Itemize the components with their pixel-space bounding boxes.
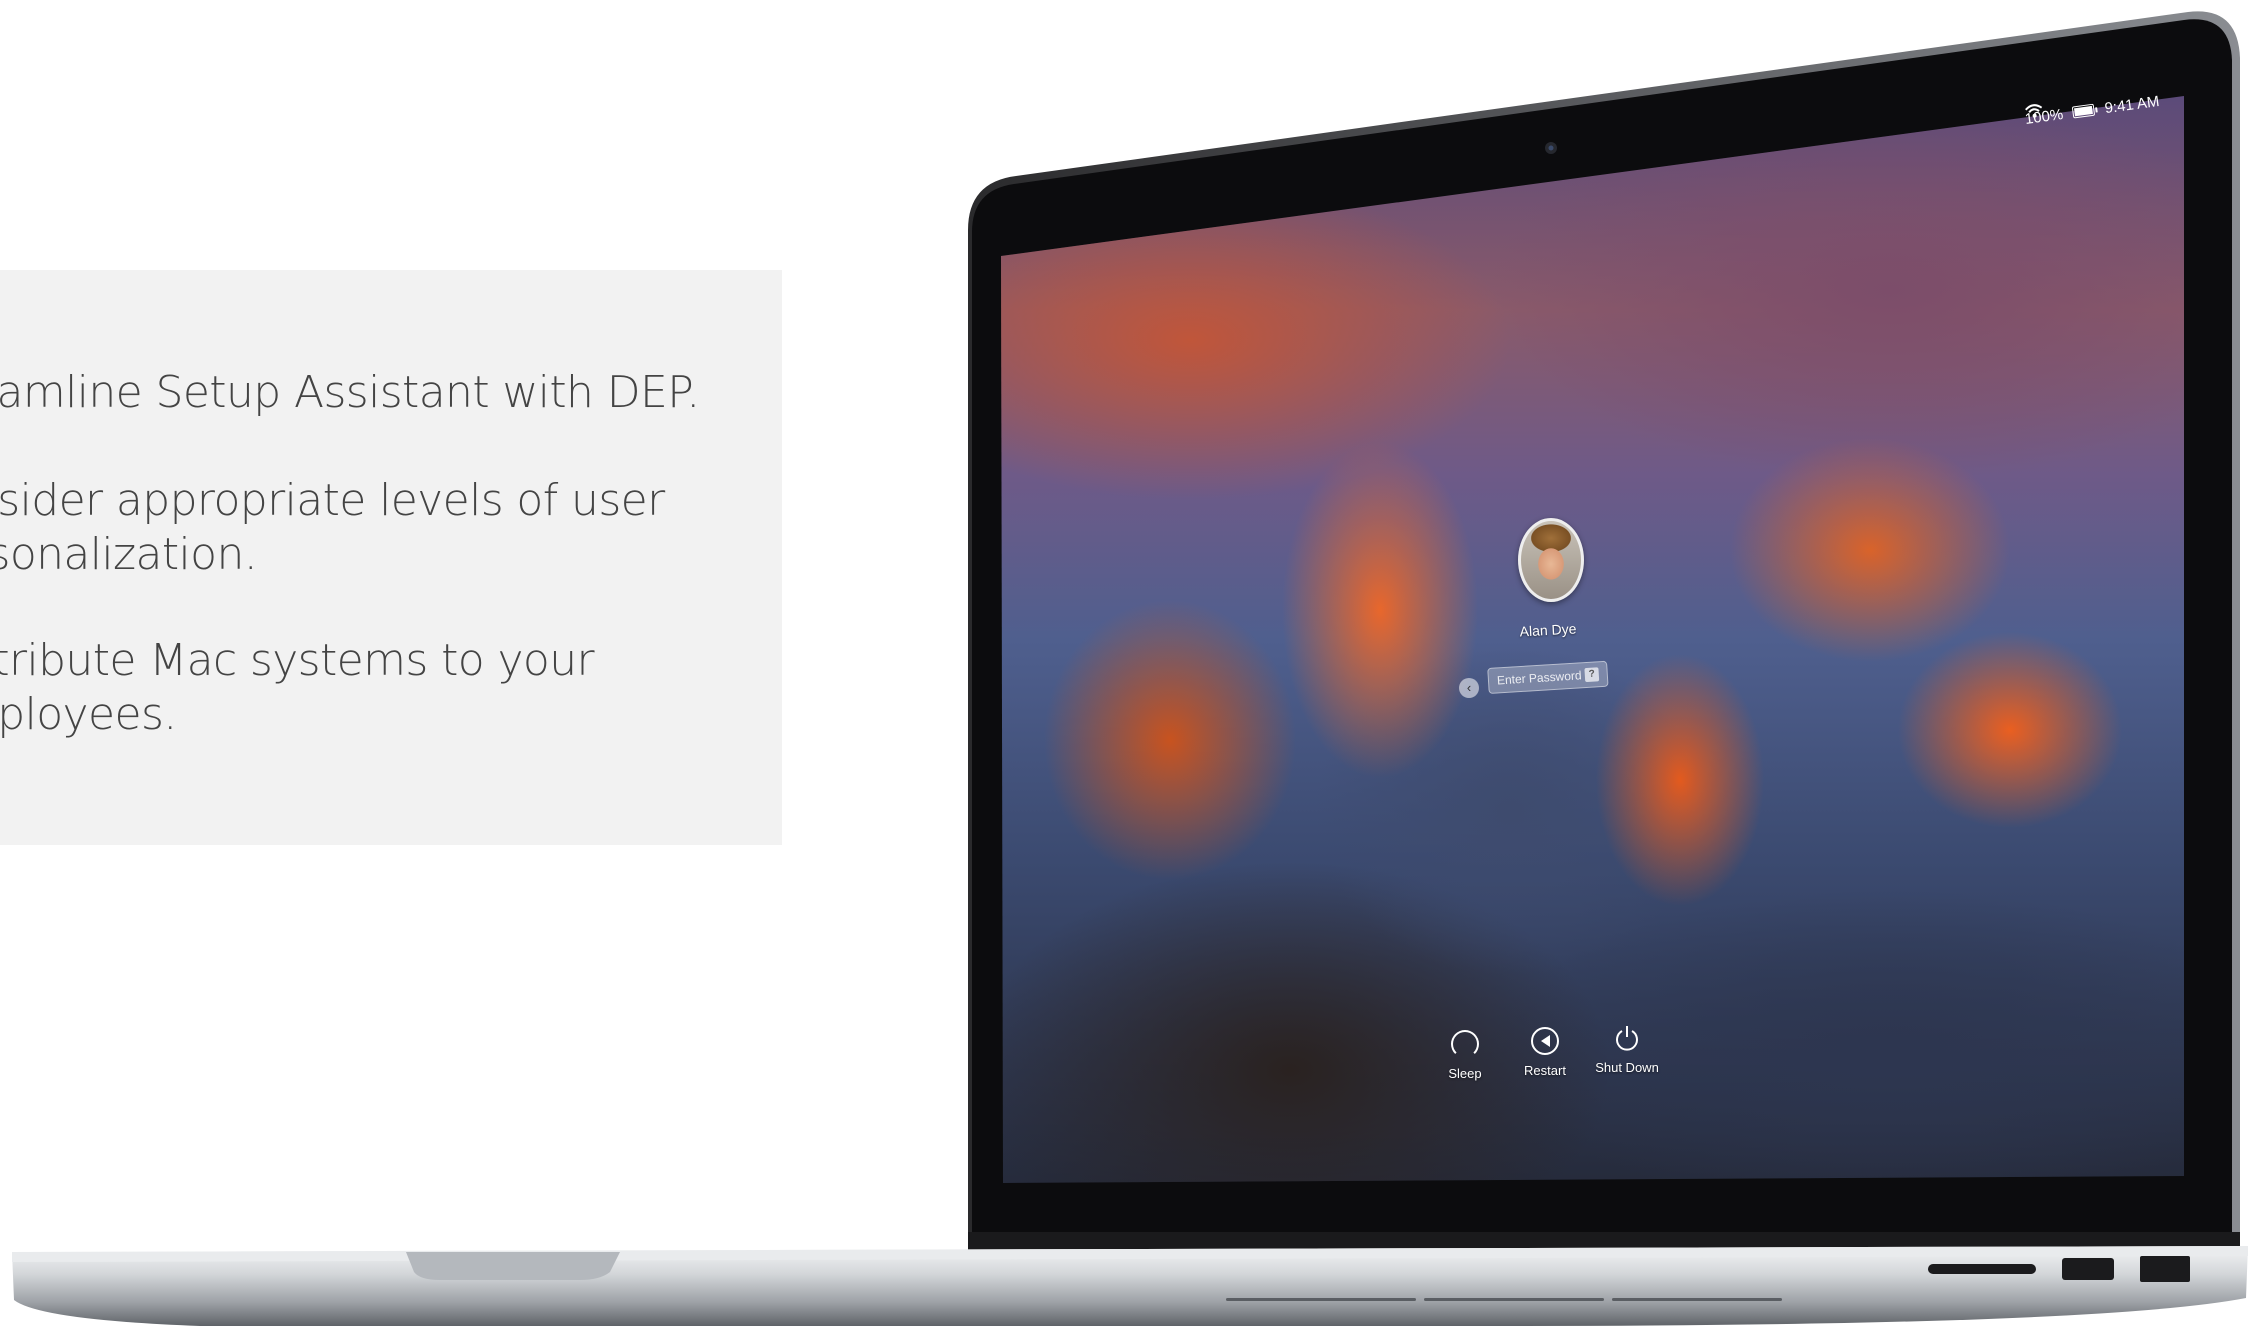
battery-icon [2072, 103, 2096, 119]
power-icon [1616, 1026, 1638, 1051]
shut-down-label: Shut Down [1595, 1060, 1659, 1075]
sleep-button[interactable]: Sleep [1420, 1030, 1510, 1081]
restart-label: Restart [1524, 1063, 1566, 1078]
wifi-icon [2025, 104, 2043, 118]
usb-port [2140, 1256, 2190, 1282]
user-avatar[interactable] [1518, 518, 1584, 602]
shut-down-button[interactable]: Shut Down [1582, 1024, 1672, 1075]
hdmi-port [2062, 1258, 2114, 1280]
sleep-label: Sleep [1448, 1066, 1482, 1081]
restart-button[interactable]: Restart [1500, 1027, 1590, 1078]
sleep-icon [1451, 1030, 1479, 1058]
restart-icon [1531, 1027, 1559, 1055]
chevron-left-icon: ‹ [1466, 680, 1472, 695]
macbook-illustration: 100% 9:41 AM Alan Dye ‹ Enter Password ?… [0, 0, 2251, 1328]
back-button[interactable]: ‹ [1459, 678, 1479, 698]
password-hint-icon[interactable]: ? [1584, 667, 1600, 683]
sd-card-slot [1928, 1264, 2036, 1274]
password-placeholder: Enter Password [1496, 668, 1582, 688]
clock-time: 9:41 AM [2103, 92, 2161, 117]
